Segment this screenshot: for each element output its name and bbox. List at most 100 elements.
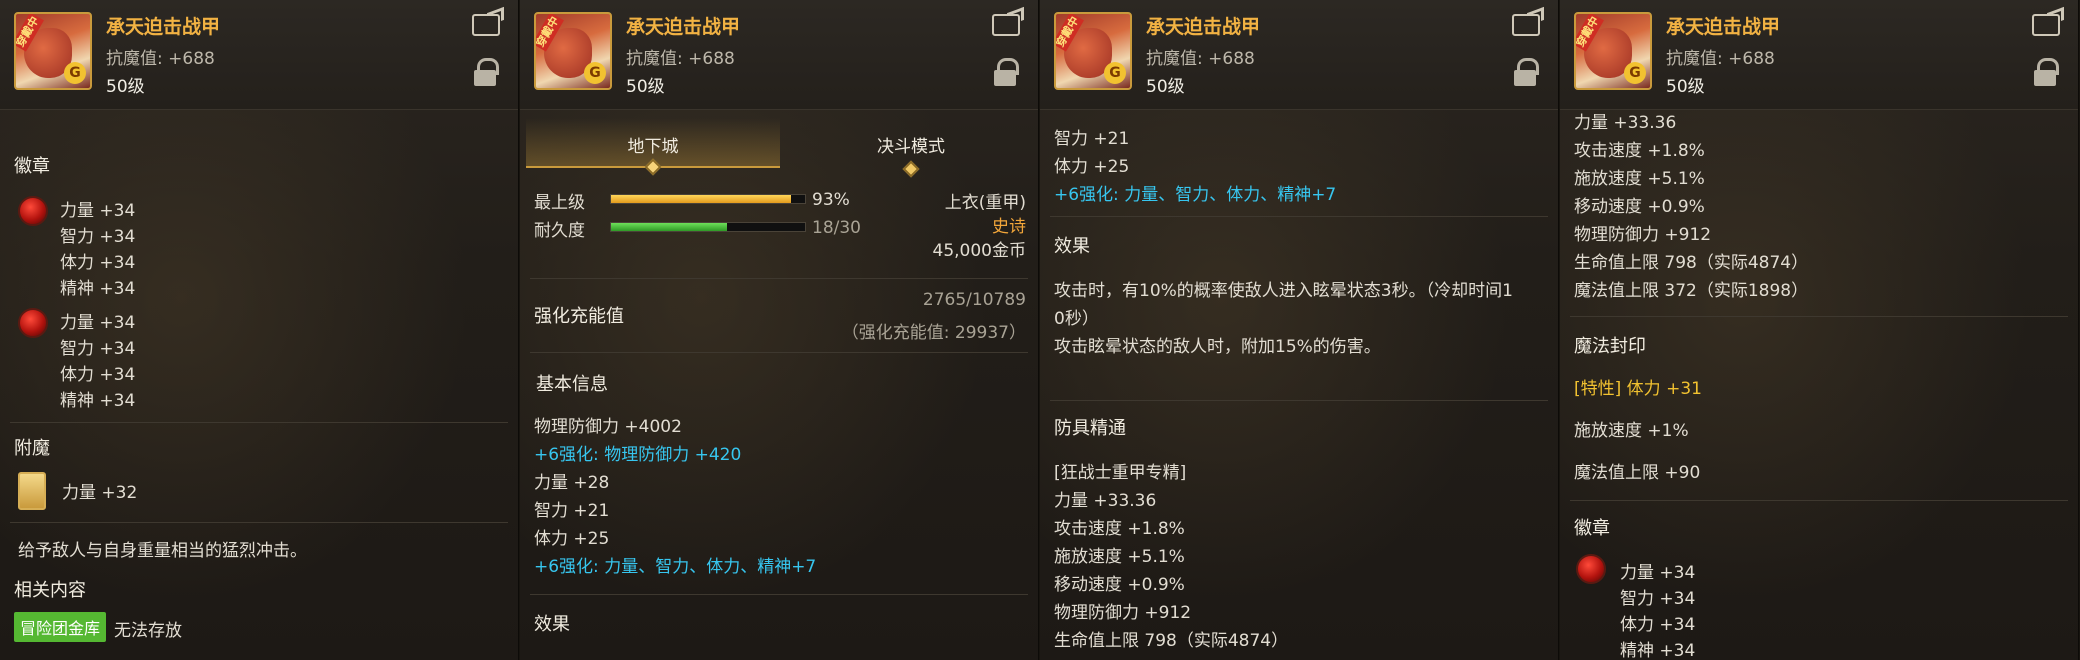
item-resist: 抗魔值: +688 — [1666, 49, 1775, 69]
tab-dungeon[interactable]: 地下城 — [526, 118, 780, 176]
flavor-text: 给予敌人与自身重量相当的猛烈冲击。 — [18, 541, 307, 561]
item-resist: 抗魔值: +688 — [626, 49, 735, 69]
share-icon[interactable] — [1512, 14, 1540, 36]
charge-label: 强化充能值 — [534, 306, 624, 327]
item-level: 50级 — [1666, 77, 1705, 97]
emblem-orb-icon — [18, 196, 48, 226]
item-header: 穿戴中 G 承天迫击战甲 抗魔值: +688 50级 — [1560, 0, 2078, 110]
durability-label: 耐久度 — [534, 221, 585, 241]
stat-line: 力量 +28 — [534, 473, 610, 493]
item-resist: 抗魔值: +688 — [106, 49, 215, 69]
emblem-line: 力量 +34 — [1620, 563, 1696, 583]
stat-line: 智力 +21 — [1054, 129, 1130, 149]
mastery-line: 施放速度 +5.1% — [1054, 547, 1185, 567]
seal-line: 魔法值上限 +90 — [1574, 463, 1701, 483]
seal-special: [特性] 体力 +31 — [1574, 379, 1702, 399]
item-name: 承天迫击战甲 — [1146, 16, 1261, 38]
tooltip-panel-3: 穿戴中 G 承天迫击战甲 抗魔值: +688 50级 力量 +33.36 攻击速度… — [1560, 0, 2079, 660]
stat-line: 物理防御力 +4002 — [534, 417, 682, 437]
emblem-line: 体力 +34 — [60, 253, 136, 273]
enhance-line: +6强化: 物理防御力 +420 — [534, 445, 742, 465]
item-level: 50级 — [1146, 77, 1185, 97]
mastery-line: 物理防御力 +912 — [1054, 603, 1192, 623]
effect-title: 效果 — [1054, 236, 1090, 257]
related-text: 无法存放 — [114, 621, 182, 641]
mode-tabs: 地下城 决斗模式 — [526, 118, 1032, 178]
basic-info-title: 基本信息 — [536, 374, 608, 395]
emblem-line: 体力 +34 — [1620, 615, 1696, 635]
related-tag: 冒险团金库 — [14, 612, 107, 642]
slot-type: 上衣(重甲) — [944, 193, 1026, 213]
item-level: 50级 — [626, 77, 665, 97]
item-icon: 穿戴中 G — [1574, 12, 1652, 90]
durability-value: 18/30 — [812, 218, 861, 238]
share-icon[interactable] — [992, 14, 1020, 36]
tooltip-panel-2: 穿戴中 G 承天迫击战甲 抗魔值: +688 50级 智力 +21 体力 +25… — [1040, 0, 1559, 660]
stat-line: 力量 +33.36 — [1574, 113, 1677, 133]
item-name: 承天迫击战甲 — [106, 16, 221, 38]
emblem-line: 力量 +34 — [60, 313, 136, 333]
grade-label: 最上级 — [534, 193, 585, 213]
mastery-line: 力量 +33.36 — [1054, 491, 1157, 511]
tab-pvp[interactable]: 决斗模式 — [784, 118, 1038, 178]
seal-title: 魔法封印 — [1574, 336, 1646, 357]
stat-line: 魔法值上限 372（实际1898） — [1574, 281, 1809, 301]
lock-icon[interactable] — [1514, 58, 1539, 86]
item-header: 穿戴中 G 承天迫击战甲 抗魔值: +688 50级 — [0, 0, 518, 110]
price: 45,000金币 — [932, 241, 1026, 261]
mastery-line: 生命值上限 798（实际4874） — [1054, 631, 1289, 651]
lock-icon[interactable] — [474, 58, 499, 86]
item-name: 承天迫击战甲 — [1666, 16, 1781, 38]
emblem-orb-icon — [18, 308, 48, 338]
stat-line: 体力 +25 — [534, 529, 610, 549]
tooltip-panel-4: 穿戴中 G 承天迫击战甲 抗魔值: +688 50级 徽章 力量 +34 智力 +… — [0, 0, 519, 660]
lock-icon[interactable] — [2034, 58, 2059, 86]
lock-icon[interactable] — [994, 58, 1019, 86]
emblem-line: 力量 +34 — [60, 201, 136, 221]
seal-line: 施放速度 +1% — [1574, 421, 1689, 441]
emblem-line: 精神 +34 — [60, 279, 136, 299]
emblem-orb-icon — [1576, 554, 1606, 584]
item-icon: 穿戴中 G — [534, 12, 612, 90]
emblem-line: 智力 +34 — [1620, 589, 1696, 609]
item-header: 穿戴中 G 承天迫击战甲 抗魔值: +688 50级 — [1040, 0, 1558, 110]
emblem-line: 体力 +34 — [60, 365, 136, 385]
stat-line: 移动速度 +0.9% — [1574, 197, 1705, 217]
share-icon[interactable] — [2032, 14, 2060, 36]
stat-line: 攻击速度 +1.8% — [1574, 141, 1705, 161]
item-name: 承天迫击战甲 — [626, 16, 741, 38]
enchant-title: 附魔 — [14, 438, 50, 459]
effect-text: 攻击时，有10%的概率使敌人进入眩晕状态3秒。（冷却时间1 — [1054, 281, 1513, 301]
emblem-line: 精神 +34 — [60, 391, 136, 411]
mastery-line: 攻击速度 +1.8% — [1054, 519, 1185, 539]
effect-title: 效果 — [534, 614, 570, 635]
emblem-title: 徽章 — [14, 156, 50, 177]
stat-line: 智力 +21 — [534, 501, 610, 521]
stat-line: 物理防御力 +912 — [1574, 225, 1712, 245]
effect-text: 攻击眩晕状态的敌人时，附加15%的伤害。 — [1054, 337, 1381, 357]
charge-value: 2765/10789 — [922, 290, 1026, 310]
emblem-line: 智力 +34 — [60, 339, 136, 359]
item-header: 穿戴中 G 承天迫击战甲 抗魔值: +688 50级 — [520, 0, 1038, 110]
tooltip-panel-1: 穿戴中 G 承天迫击战甲 抗魔值: +688 50级 地下城 决斗模式 最上级 … — [520, 0, 1039, 660]
item-resist: 抗魔值: +688 — [1146, 49, 1255, 69]
stat-line: 体力 +25 — [1054, 157, 1130, 177]
emblem-line: 精神 +34 — [1620, 641, 1696, 660]
enhance-line: +6强化: 力量、智力、体力、精神+7 — [1054, 185, 1337, 205]
item-level: 50级 — [106, 77, 145, 97]
related-title: 相关内容 — [14, 580, 86, 601]
mastery-line: 移动速度 +0.9% — [1054, 575, 1185, 595]
grade-value: 93% — [812, 190, 850, 210]
mastery-sub: [狂战士重甲专精] — [1054, 463, 1187, 483]
item-icon: 穿戴中 G — [14, 12, 92, 90]
emblem-line: 智力 +34 — [60, 227, 136, 247]
enhance-line: +6强化: 力量、智力、体力、精神+7 — [534, 557, 817, 577]
durability-bar — [610, 222, 806, 232]
stat-line: 施放速度 +5.1% — [1574, 169, 1705, 189]
mastery-title: 防具精通 — [1054, 418, 1126, 439]
emblem-title: 徽章 — [1574, 518, 1610, 539]
stat-line: 生命值上限 798（实际4874） — [1574, 253, 1809, 273]
enchant-card-icon — [18, 472, 46, 510]
grade-bar — [610, 194, 806, 204]
share-icon[interactable] — [472, 14, 500, 36]
